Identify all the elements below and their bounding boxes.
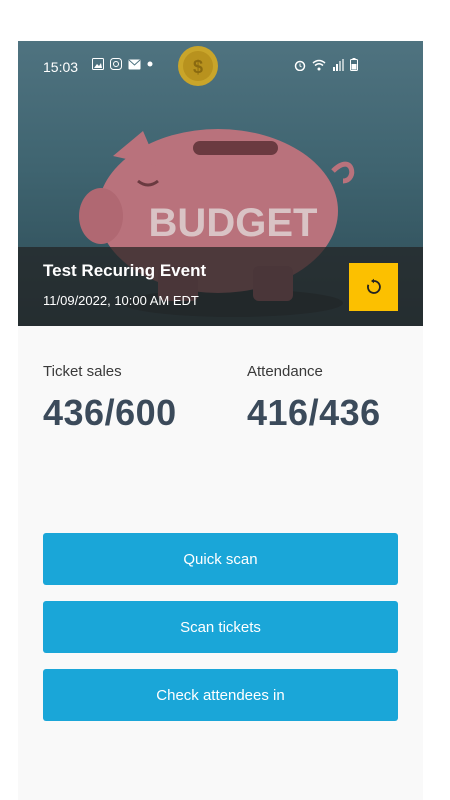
status-time: 15:03: [43, 59, 79, 75]
refresh-icon: [366, 278, 381, 294]
instagram-icon: [110, 58, 122, 70]
attendance-stat: Attendance 416/436: [247, 363, 381, 434]
mail-icon: [128, 59, 141, 69]
system-icons: [294, 58, 358, 71]
notification-icons: [92, 58, 153, 70]
wifi-icon: [312, 59, 326, 70]
image-icon: [92, 58, 104, 70]
event-title: Test Recuring Event: [43, 261, 207, 280]
quick-scan-button[interactable]: Quick scan: [43, 533, 398, 585]
event-date: 11/09/2022, 10:00 AM EDT: [43, 293, 199, 308]
signal-icon: [333, 58, 344, 71]
ticket-sales-stat: Ticket sales 436/600: [43, 363, 177, 434]
ticket-sales-label: Ticket sales: [43, 363, 122, 380]
ticket-sales-value: 436/600: [43, 392, 177, 433]
battery-icon: [350, 58, 358, 71]
app-screen: $ BUDGET 15:03 Test Recuring Event 11/09…: [18, 41, 423, 800]
refresh-button[interactable]: [349, 263, 398, 311]
attendance-label: Attendance: [247, 363, 323, 380]
event-hero: $ BUDGET 15:03 Test Recuring Event 11/09…: [18, 41, 423, 326]
attendance-value: 416/436: [247, 392, 381, 433]
status-bar: 15:03: [18, 41, 423, 91]
check-attendees-in-button[interactable]: Check attendees in: [43, 669, 398, 721]
scan-tickets-button[interactable]: Scan tickets: [43, 601, 398, 653]
dot-icon: [147, 61, 153, 67]
alarm-icon: [294, 60, 306, 71]
svg-text:BUDGET: BUDGET: [149, 201, 318, 245]
